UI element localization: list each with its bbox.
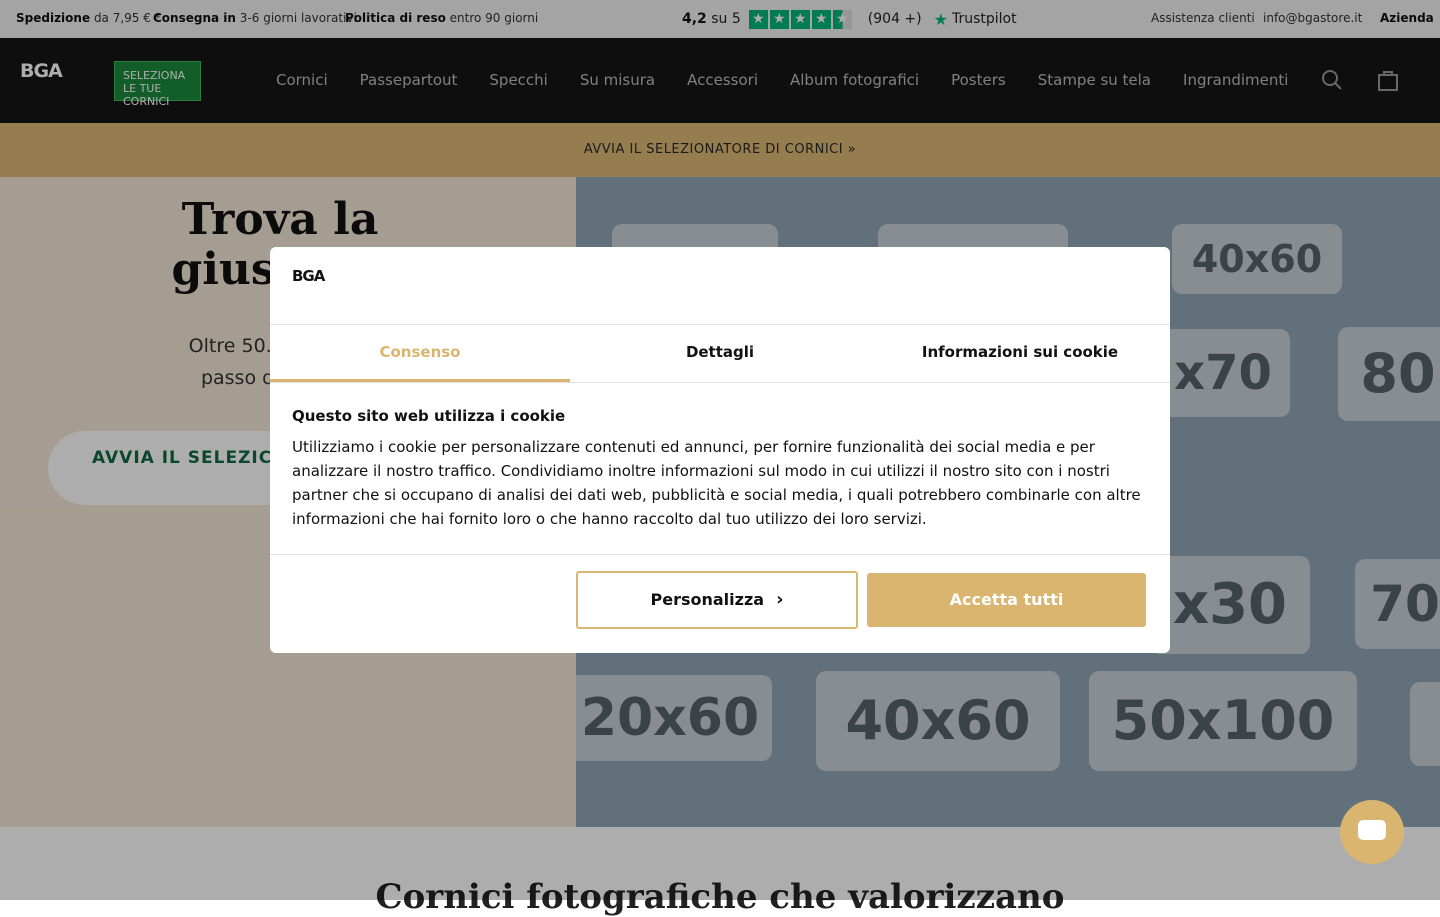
cookie-description: Utilizziamo i cookie per personalizzare … xyxy=(292,438,1141,528)
cookie-consent-dialog: BGA Consenso Dettagli Informazioni sui c… xyxy=(270,247,1170,653)
chevron-right-icon: › xyxy=(776,589,784,610)
cookie-heading: Questo sito web utilizza i cookie xyxy=(292,407,566,425)
chat-bubble-icon xyxy=(1358,820,1386,840)
dialog-logo: BGA xyxy=(292,267,325,285)
dialog-footer: Personalizza › Accetta tutti xyxy=(270,555,1170,651)
dialog-header: BGA xyxy=(270,247,1170,325)
tab-dettagli[interactable]: Dettagli xyxy=(570,325,870,382)
tab-informazioni[interactable]: Informazioni sui cookie xyxy=(870,325,1170,382)
cookie-tabs: Consenso Dettagli Informazioni sui cooki… xyxy=(270,325,1170,383)
customize-button[interactable]: Personalizza › xyxy=(576,571,858,629)
accept-all-button[interactable]: Accetta tutti xyxy=(867,573,1146,627)
chat-button[interactable] xyxy=(1340,800,1404,864)
dialog-body: Questo sito web utilizza i cookie Utiliz… xyxy=(270,383,1170,555)
tab-consenso[interactable]: Consenso xyxy=(270,325,570,382)
